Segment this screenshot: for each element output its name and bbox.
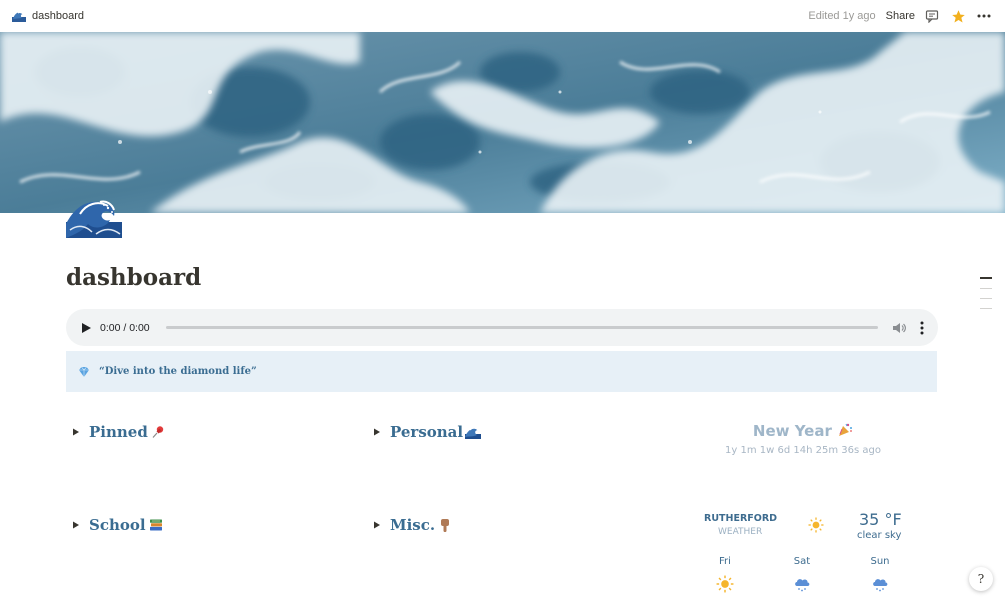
- toggle-misc[interactable]: Misc.: [373, 516, 453, 534]
- snow-cloud-icon: [795, 579, 810, 592]
- toggle-label: School: [89, 516, 146, 534]
- toggle-school[interactable]: School: [72, 516, 164, 534]
- countdown-widget: New Year 1y 1m 1w 6d 14h 25m 36s ago: [700, 422, 906, 456]
- books-icon: [148, 517, 164, 533]
- weather-condition: clear sky: [857, 530, 902, 541]
- toggle-arrow-icon: [73, 521, 79, 529]
- edited-timestamp: Edited 1y ago: [808, 10, 876, 22]
- forecast-day-name: Fri: [719, 556, 731, 567]
- wave-icon: [12, 12, 26, 22]
- toggle-arrow-icon: [374, 428, 380, 436]
- comment-icon[interactable]: [923, 7, 941, 25]
- diamond-icon: [79, 366, 89, 377]
- help-button[interactable]: ?: [969, 567, 993, 591]
- pointing-hand-icon: [437, 517, 453, 533]
- volume-icon[interactable]: [892, 321, 906, 335]
- page-title: dashboard: [66, 264, 202, 291]
- sun-icon: [716, 575, 734, 593]
- top-bar: dashboard Edited 1y ago Share: [0, 0, 1005, 32]
- forecast-day-name: Sun: [870, 556, 890, 567]
- countdown-elapsed: 1y 1m 1w 6d 14h 25m 36s ago: [725, 445, 881, 456]
- star-icon[interactable]: [949, 7, 967, 25]
- weather-temperature: 35 °F: [859, 510, 902, 529]
- forecast-day: Sat: [782, 556, 822, 598]
- quote-callout: “Dive into the diamond life”: [66, 351, 937, 392]
- play-icon[interactable]: [80, 322, 92, 334]
- share-button[interactable]: Share: [886, 10, 915, 22]
- party-popper-icon: [839, 423, 853, 436]
- callout-text: “Dive into the diamond life”: [99, 366, 257, 377]
- breadcrumb-title: dashboard: [32, 10, 84, 22]
- toc-line: [980, 308, 992, 309]
- toggle-label: Pinned: [89, 423, 148, 441]
- weather-subtitle: WEATHER: [718, 527, 763, 537]
- audio-time: 0:00 / 0:00: [100, 321, 150, 334]
- toggle-arrow-icon: [73, 428, 79, 436]
- countdown-title: New Year: [700, 422, 906, 440]
- great-wave-icon[interactable]: [66, 194, 122, 238]
- breadcrumb[interactable]: dashboard: [12, 10, 84, 22]
- toggle-personal[interactable]: Personal: [373, 423, 482, 441]
- pushpin-icon: [150, 424, 166, 440]
- table-of-contents-indicator[interactable]: [980, 277, 992, 318]
- forecast-day: Fri: [705, 556, 745, 598]
- more-icon[interactable]: [975, 7, 993, 25]
- toc-line: [980, 288, 992, 289]
- forecast-day: Sun: [860, 556, 900, 598]
- audio-progress-bar[interactable]: [166, 326, 878, 329]
- toggle-label: Misc.: [390, 516, 436, 534]
- audio-more-icon[interactable]: [920, 321, 924, 335]
- cover-image: [0, 32, 1005, 213]
- forecast-day-name: Sat: [793, 556, 811, 567]
- snow-cloud-icon: [873, 579, 888, 592]
- toggle-pinned[interactable]: Pinned: [72, 423, 166, 441]
- wave-icon: [465, 424, 482, 440]
- toc-line: [980, 277, 992, 279]
- toggle-arrow-icon: [374, 521, 380, 529]
- weather-widget: RUTHERFORD WEATHER 35 °F clear sky Fri S…: [700, 510, 910, 593]
- toc-line: [980, 298, 992, 299]
- sun-icon: [808, 517, 824, 533]
- countdown-title-text: New Year: [752, 422, 832, 440]
- weather-city: RUTHERFORD: [704, 513, 778, 524]
- audio-player: 0:00 / 0:00: [66, 309, 938, 346]
- toggle-label: Personal: [390, 423, 464, 441]
